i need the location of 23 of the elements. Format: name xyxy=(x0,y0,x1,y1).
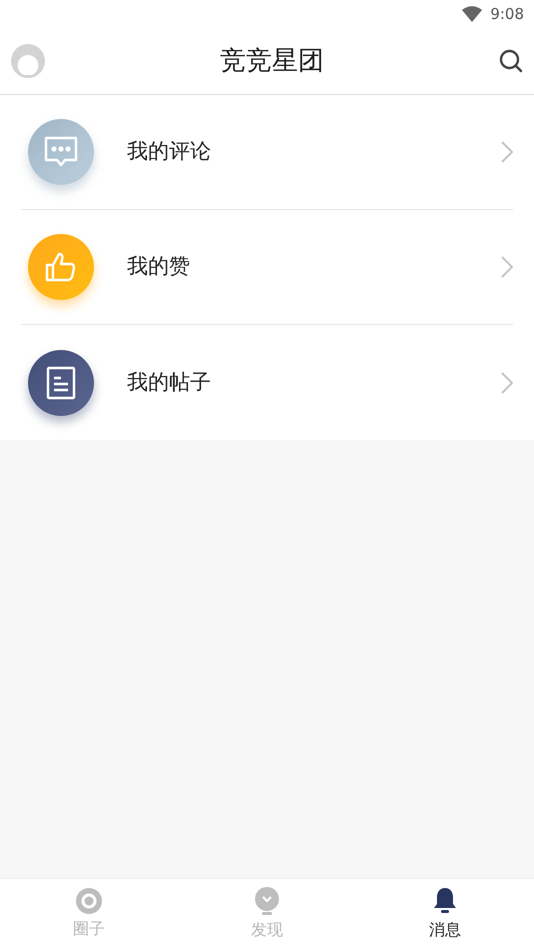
comment-icon xyxy=(28,119,94,185)
tab-label: 圈子 xyxy=(73,918,105,940)
menu-item[interactable]: 我的帖子 xyxy=(21,325,513,440)
document-icon xyxy=(28,350,94,416)
search-icon[interactable] xyxy=(499,49,523,73)
nav-tab[interactable]: 消息 xyxy=(356,879,534,949)
chevron-right-icon xyxy=(501,141,513,163)
menu-label: 我的赞 xyxy=(127,253,191,280)
menu-label: 我的帖子 xyxy=(127,368,212,396)
bulb-icon xyxy=(254,886,280,914)
menu-item[interactable]: 我的评论 xyxy=(21,95,513,210)
status-time: 9:08 xyxy=(490,4,524,25)
bell-icon xyxy=(432,886,458,914)
menu-item[interactable]: 我的赞 xyxy=(21,210,513,325)
circle-icon xyxy=(76,888,102,914)
app-title: 竞竞星团 xyxy=(220,44,324,78)
chevron-right-icon xyxy=(501,256,513,278)
chevron-right-icon xyxy=(501,372,513,394)
thumbs-up-icon xyxy=(28,234,94,300)
wifi-icon xyxy=(462,6,482,22)
tab-label: 发现 xyxy=(251,918,283,940)
menu-label: 我的评论 xyxy=(127,138,212,166)
tab-label: 消息 xyxy=(429,918,461,940)
